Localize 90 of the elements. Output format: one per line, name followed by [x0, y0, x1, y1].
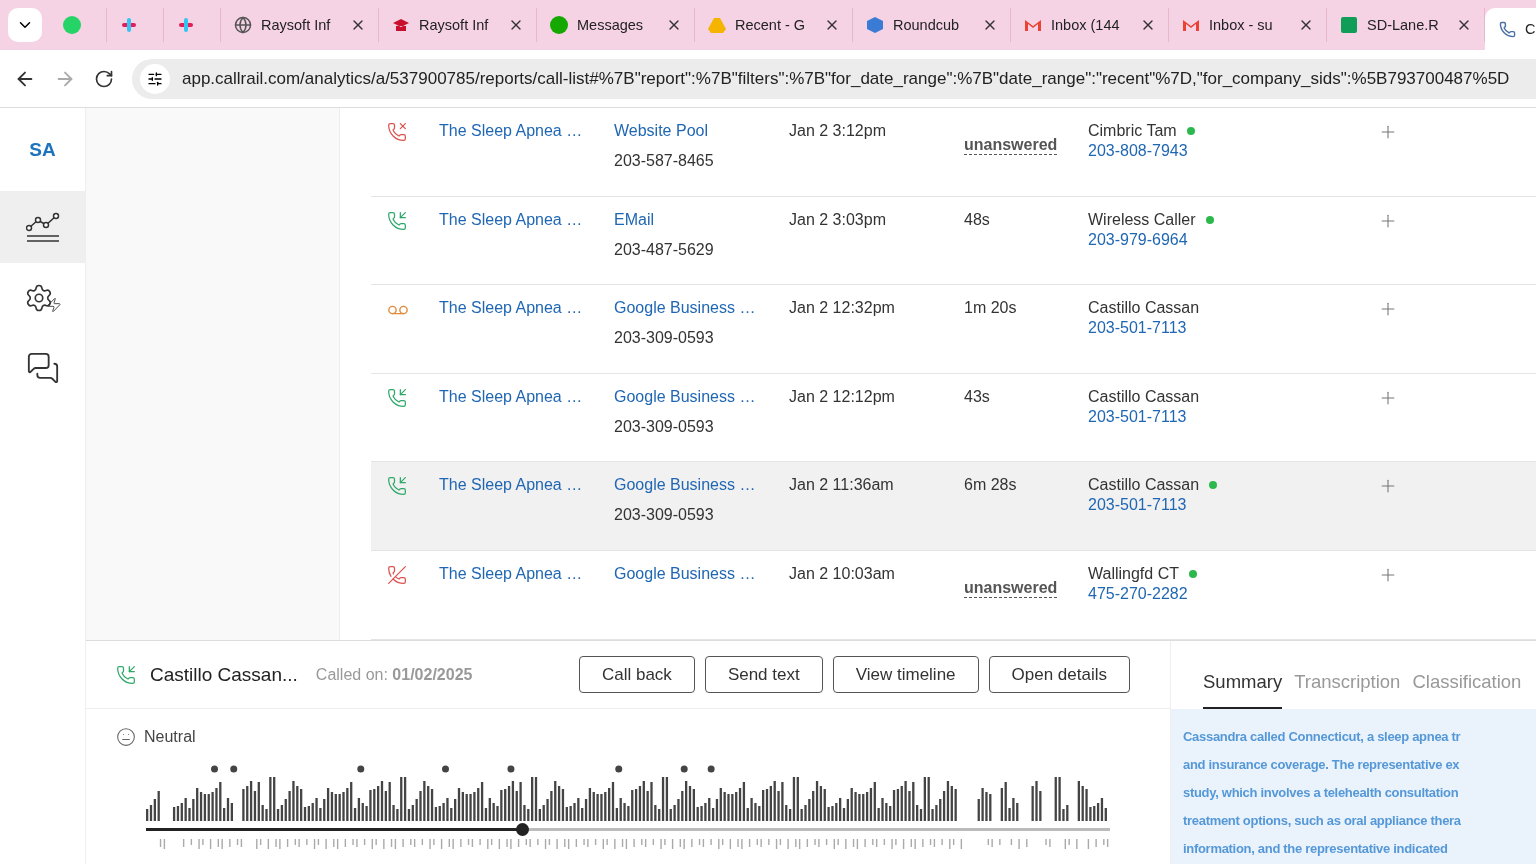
tab-title: SD-Lane.R [1367, 17, 1440, 33]
caller-name: Castillo Cassan [1088, 299, 1200, 318]
summary-line: Cassandra called Connecticut, a sleep apnea tr [1183, 728, 1461, 746]
browser-tab[interactable]: Inbox (144 [1011, 8, 1169, 42]
address-bar[interactable]: app.callrail.com/analytics/a/537900785/reports/call-list#%7B"report":%7B"filters":%7B"for_date_range":%7B"date_range":"recent"%7D,"for_company_sids":%5B793700487%5D [132, 58, 1536, 99]
tab-title: Inbox - su [1209, 17, 1274, 33]
summary-line: treatment options, such as oral appliance thera [1183, 812, 1461, 830]
source-link[interactable]: The Sleep Apnea … [439, 122, 583, 140]
reload-icon[interactable] [94, 68, 114, 89]
caller-number[interactable]: 203-808-7943 [1088, 142, 1188, 160]
tab-title: Raysoft Inf [419, 17, 490, 33]
call-date: Jan 2 10:03am [789, 564, 895, 583]
tab-title: C [1525, 21, 1536, 37]
caller-name: Castillo Cassan [1088, 387, 1200, 406]
tracking-number: 203-309-0593 [614, 417, 714, 436]
site-info-icon[interactable] [140, 63, 170, 94]
globe-icon [233, 15, 253, 35]
line-chart-icon[interactable] [25, 212, 60, 244]
source-link[interactable]: The Sleep Apnea … [439, 564, 583, 583]
source-link[interactable]: The Sleep Apnea … [439, 210, 583, 229]
caller-number[interactable]: 203-501-7113 [1088, 407, 1187, 426]
action-button[interactable]: View timeline [832, 656, 979, 693]
chat-icon[interactable] [25, 351, 60, 385]
call-date: Jan 2 12:12pm [789, 387, 895, 406]
called-on-date: Called on: 01/02/2025 [315, 665, 473, 684]
browser-tab[interactable]: Raysoft Inf [221, 8, 379, 42]
tracking-source-link[interactable]: Google Business … [614, 387, 756, 406]
incoming-call-icon [387, 476, 407, 497]
tracking-source-link[interactable]: EMail [614, 210, 654, 229]
account-initials[interactable]: SA [29, 138, 56, 161]
summary-line: and insurance coverage. The representative ex [1183, 756, 1460, 774]
tracking-source-link[interactable]: Google Business … [614, 564, 756, 583]
tracking-source-link[interactable]: Google Business … [614, 299, 756, 318]
tab-title: Roundcub [893, 17, 961, 33]
call-duration: 48s [964, 210, 990, 229]
action-button[interactable]: Open details [988, 656, 1130, 693]
incoming-call-icon [387, 387, 407, 408]
browser-tab[interactable]: Inbox - su [1169, 8, 1327, 42]
source-link[interactable]: The Sleep Apnea … [439, 387, 583, 406]
call-date: Jan 2 3:12pm [789, 122, 886, 140]
tracking-number: 203-309-0593 [614, 506, 714, 525]
declined-call-icon [387, 564, 407, 585]
call-date: Jan 2 3:03pm [789, 210, 886, 229]
action-button[interactable]: Call back [578, 656, 695, 693]
call-duration: unanswered [964, 136, 1058, 155]
tracking-number: 203-487-5629 [614, 240, 714, 259]
cube-icon [865, 15, 885, 35]
tracking-source-link[interactable]: Google Business … [614, 476, 756, 495]
action-button[interactable]: Send text [704, 656, 823, 693]
caller-number[interactable]: 203-501-7113 [1088, 496, 1187, 515]
browser-tab[interactable]: C [1485, 8, 1536, 50]
summary-line: study, which involves a telehealth consultation [1183, 784, 1459, 802]
caller-number[interactable]: 203-501-7113 [1088, 319, 1187, 338]
call-date: Jan 2 11:36am [789, 476, 894, 495]
call-date: Jan 2 12:32pm [789, 299, 895, 318]
call-duration: unanswered [964, 578, 1058, 598]
caller-name: Wallingfd CT [1088, 564, 1179, 583]
caller-name: Cimbric Tam [1088, 122, 1177, 140]
call-duration: 43s [964, 387, 990, 406]
source-link[interactable]: The Sleep Apnea … [439, 476, 583, 495]
tab-title: Recent - G [735, 17, 807, 33]
browser-tab[interactable]: Messages [537, 8, 695, 42]
incoming-call-icon [387, 210, 407, 231]
sidebar-item[interactable] [0, 193, 85, 263]
tracking-source-link[interactable]: Website Pool [614, 122, 708, 140]
tab-title: Inbox (144 [1051, 17, 1121, 33]
tab-title: Messages [577, 17, 645, 33]
browser-tab[interactable]: Recent - G [695, 8, 853, 42]
call-duration: 1m 20s [964, 299, 1017, 318]
browser-tab[interactable]: SD-Lane.R [1327, 8, 1485, 42]
neutral-face-icon [116, 727, 136, 747]
browser-tab[interactable]: Raysoft Inf [379, 8, 537, 42]
call-duration: 6m 28s [964, 476, 1017, 495]
tracking-number: 203-587-8465 [614, 152, 714, 170]
tracking-number: 203-309-0593 [614, 329, 714, 348]
caller-name: Wireless Caller [1088, 210, 1196, 229]
browser-tab[interactable]: Roundcub [853, 8, 1011, 42]
caller-name: Castillo Cassan [1088, 476, 1200, 495]
caller-name: Castillo Cassan... [150, 663, 298, 686]
source-link[interactable]: The Sleep Apnea … [439, 299, 583, 318]
call-row[interactable]: The Sleep Apnea … Google Business … 203-309-0593 Jan 2 11:36am 6m 28s Castillo Cassan 203-501-7113 [371, 462, 1536, 551]
incoming-call-icon [116, 664, 136, 685]
phone-icon [1497, 19, 1517, 39]
sentiment-label: Neutral [144, 728, 196, 746]
summary-line: information, and the representative indicated [1183, 840, 1448, 858]
caller-number[interactable]: 203-979-6964 [1088, 230, 1188, 249]
caller-number[interactable]: 475-270-2282 [1088, 584, 1188, 603]
tab-title: Raysoft Inf [261, 17, 332, 33]
playback-thumb[interactable] [515, 823, 529, 836]
missed-call-icon [387, 122, 407, 142]
